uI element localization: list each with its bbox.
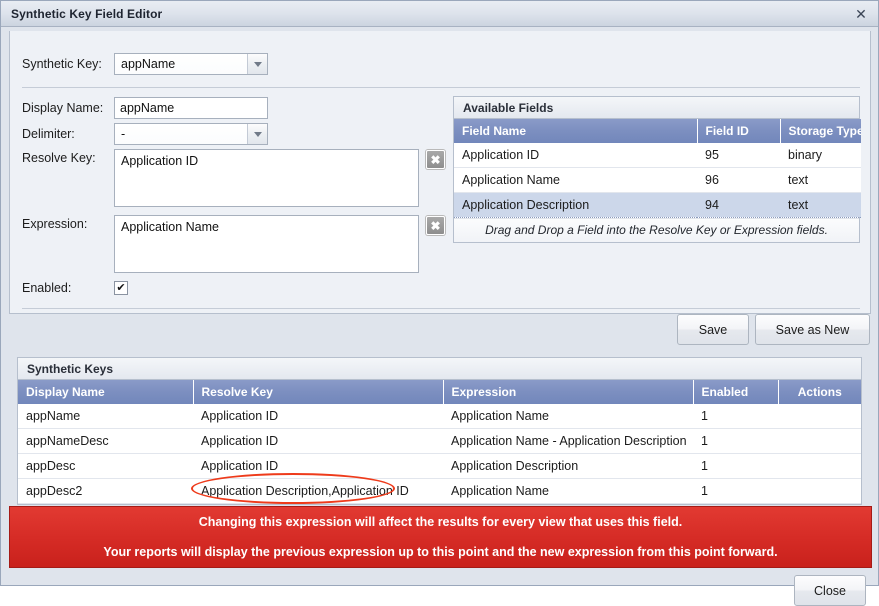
synthetic-key-row: Synthetic Key: appName — [22, 53, 268, 75]
delimiter-value: - — [115, 124, 247, 144]
dialog-body: Synthetic Key: appName Display Name: app… — [1, 27, 878, 606]
enabled-checkbox[interactable]: ✔ — [114, 281, 128, 295]
cell-resolve-key: Application ID — [193, 453, 443, 479]
warning-line-2: Your reports will display the previous e… — [103, 545, 778, 559]
cell-storage-type: text — [780, 167, 861, 193]
cell-actions[interactable] — [778, 404, 861, 429]
available-fields-footnote: Drag and Drop a Field into the Resolve K… — [454, 218, 859, 242]
column-header-resolve-key[interactable]: Resolve Key — [193, 380, 444, 404]
display-name-input[interactable]: appName — [114, 97, 268, 119]
enabled-row: Enabled: ✔ — [22, 281, 128, 295]
synthetic-key-field-editor-dialog: Synthetic Key Field Editor ✕ Synthetic K… — [0, 0, 879, 606]
cell-resolve-key: Application Description,Application ID — [193, 478, 443, 504]
cell-field-name: Application Description — [454, 192, 697, 218]
synthetic-keys-grid: Synthetic Keys Display Name Resolve Key … — [17, 357, 862, 505]
enabled-label: Enabled: — [22, 281, 72, 295]
cell-enabled: 1 — [693, 478, 778, 504]
cell-display-name: appNameDesc — [18, 428, 193, 454]
synthetic-keys-caption: Synthetic Keys — [18, 358, 861, 380]
cell-field-name: Application Name — [454, 167, 697, 193]
close-button[interactable]: Close — [794, 575, 866, 606]
available-fields-header-row: Field Name Field ID Storage Type — [454, 119, 861, 143]
resolve-key-textarea[interactable]: Application ID — [114, 149, 419, 207]
cell-field-id: 95 — [697, 143, 780, 168]
column-header-field-id[interactable]: Field ID — [697, 119, 781, 143]
cell-display-name: appName — [18, 404, 193, 429]
cell-actions[interactable] — [778, 428, 861, 454]
cell-expression: Application Description — [443, 453, 693, 479]
expression-textarea[interactable]: Application Name — [114, 215, 419, 273]
chevron-down-icon[interactable] — [247, 54, 267, 74]
section-divider-bottom — [22, 308, 860, 309]
cell-field-name: Application ID — [454, 143, 697, 168]
cell-field-id: 94 — [697, 192, 780, 218]
table-row[interactable]: Application ID 95 binary — [454, 143, 861, 168]
column-header-enabled[interactable]: Enabled — [693, 380, 779, 404]
synthetic-key-label: Synthetic Key: — [22, 57, 102, 71]
available-fields-grid: Available Fields Field Name Field ID Sto… — [453, 96, 861, 243]
save-as-new-button[interactable]: Save as New — [755, 314, 870, 345]
chevron-down-icon[interactable] — [247, 124, 267, 144]
synthetic-key-value: appName — [115, 54, 247, 74]
synthetic-keys-table: Display Name Resolve Key Expression Enab… — [18, 380, 861, 504]
cell-actions[interactable] — [778, 453, 861, 479]
save-button[interactable]: Save — [677, 314, 749, 345]
cell-resolve-key: Application ID — [193, 404, 443, 429]
dialog-title: Synthetic Key Field Editor — [11, 6, 163, 21]
delimiter-label: Delimiter: — [22, 127, 75, 141]
column-header-display-name[interactable]: Display Name — [18, 380, 194, 404]
available-fields-table: Field Name Field ID Storage Type Applica… — [454, 119, 861, 218]
delimiter-select[interactable]: - — [114, 123, 268, 145]
delimiter-row: Delimiter: - — [22, 123, 268, 145]
cell-enabled: 1 — [693, 428, 778, 454]
available-fields-caption: Available Fields — [454, 97, 859, 119]
cell-actions[interactable] — [778, 478, 861, 504]
display-name-label: Display Name: — [22, 101, 104, 115]
cell-expression: Application Name — [443, 478, 693, 504]
cell-expression: Application Name - Application Descripti… — [443, 428, 693, 454]
expression-row: Expression: Application Name ✖ — [22, 215, 445, 273]
section-divider-top — [22, 87, 860, 88]
resolve-key-row: Resolve Key: Application ID ✖ — [22, 149, 445, 207]
cell-enabled: 1 — [693, 404, 778, 429]
expression-label: Expression: — [22, 217, 88, 231]
table-row[interactable]: Application Name 96 text — [454, 167, 861, 193]
cell-enabled: 1 — [693, 453, 778, 479]
synthetic-key-select[interactable]: appName — [114, 53, 268, 75]
column-header-expression[interactable]: Expression — [443, 380, 694, 404]
clear-resolve-key-icon[interactable]: ✖ — [426, 150, 445, 169]
warning-line-1: Changing this expression will affect the… — [198, 515, 683, 529]
cell-display-name: appDesc — [18, 453, 193, 479]
dialog-titlebar: Synthetic Key Field Editor ✕ — [1, 1, 878, 27]
resolve-key-label: Resolve Key: — [22, 151, 96, 165]
cell-resolve-key: Application ID — [193, 428, 443, 454]
cell-expression: Application Name — [443, 404, 693, 429]
display-name-row: Display Name: appName — [22, 97, 268, 119]
table-row[interactable]: appDesc2 Application Description,Applica… — [18, 478, 861, 504]
table-row[interactable]: appName Application ID Application Name … — [18, 404, 861, 429]
column-header-storage-type[interactable]: Storage Type — [780, 119, 861, 143]
table-row[interactable]: appNameDesc Application ID Application N… — [18, 428, 861, 454]
column-header-actions[interactable]: Actions — [778, 380, 861, 404]
synthetic-keys-header-row: Display Name Resolve Key Expression Enab… — [18, 380, 861, 404]
cell-storage-type: text — [780, 192, 861, 218]
editor-panel: Synthetic Key: appName Display Name: app… — [9, 31, 871, 314]
warning-banner: Changing this expression will affect the… — [9, 506, 872, 568]
table-row[interactable]: appDesc Application ID Application Descr… — [18, 453, 861, 479]
cell-display-name: appDesc2 — [18, 478, 193, 504]
clear-expression-icon[interactable]: ✖ — [426, 216, 445, 235]
close-icon[interactable]: ✕ — [852, 5, 870, 23]
column-header-field-name[interactable]: Field Name — [454, 119, 698, 143]
cell-field-id: 96 — [697, 167, 780, 193]
table-row-selected[interactable]: Application Description 94 text — [454, 192, 861, 218]
cell-storage-type: binary — [780, 143, 861, 168]
